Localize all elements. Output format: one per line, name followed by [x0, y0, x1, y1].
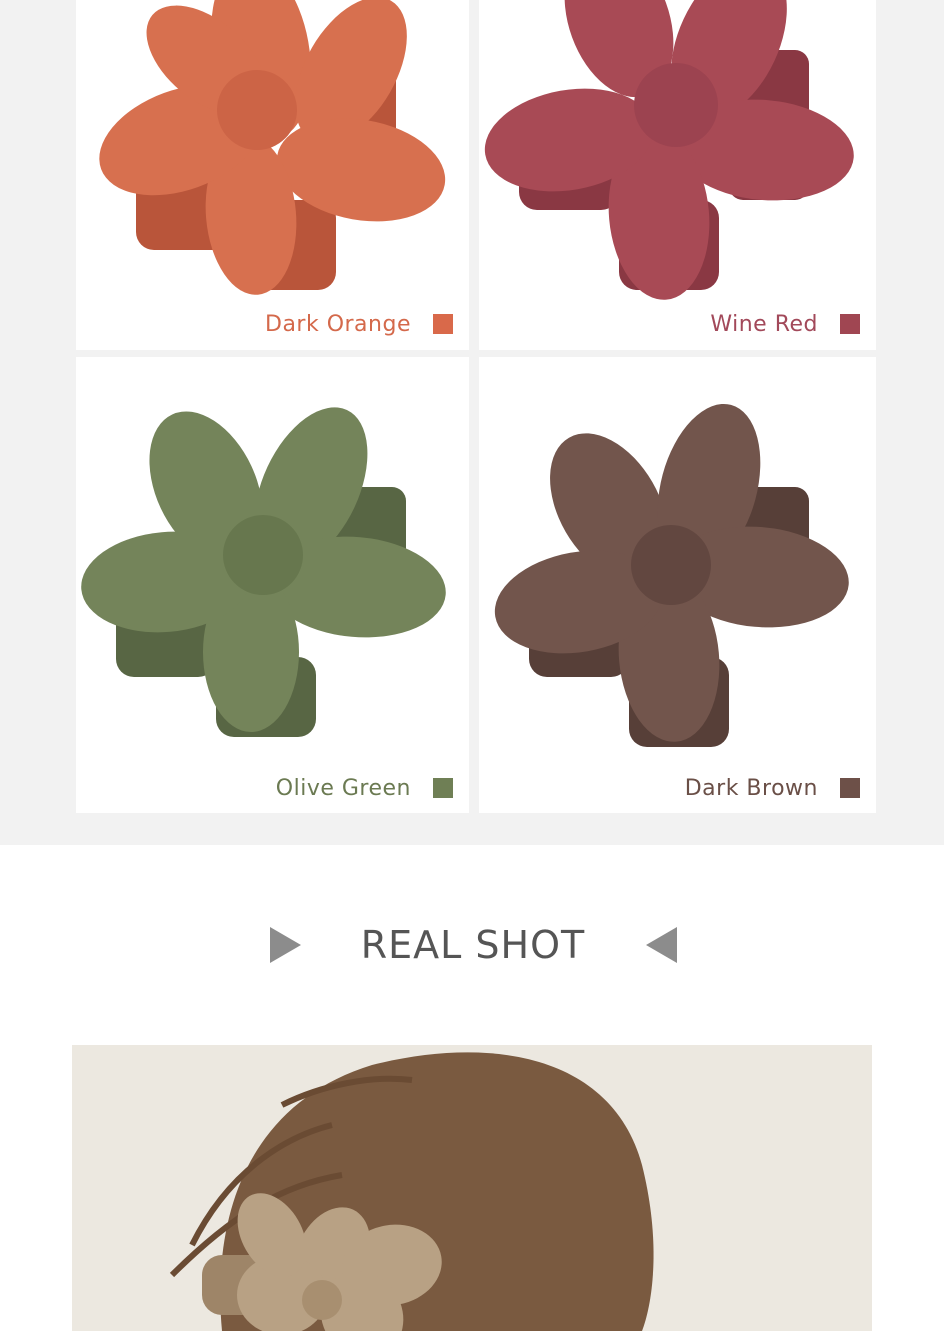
flower-center — [634, 63, 718, 147]
color-card-dark-brown[interactable]: Dark Brown — [479, 357, 876, 813]
section-title: REAL SHOT — [360, 923, 586, 967]
color-label: Dark Orange — [265, 312, 411, 337]
play-left-icon — [646, 927, 677, 963]
color-card-dark-orange[interactable]: Dark Orange — [76, 0, 469, 350]
color-label: Wine Red — [710, 312, 818, 337]
petals — [99, 0, 446, 295]
flower-center — [217, 70, 297, 150]
play-right-icon — [270, 927, 301, 963]
color-swatch — [433, 314, 453, 334]
color-card-olive-green[interactable]: Olive Green — [76, 357, 469, 813]
color-label: Dark Brown — [684, 776, 818, 801]
real-shot-header: REAL SHOT — [0, 915, 944, 975]
flower-claw-clip-wine-red — [484, 0, 854, 300]
color-card-wine-red[interactable]: Wine Red — [479, 0, 876, 350]
flower-claw-clip-olive-green — [81, 407, 446, 737]
color-swatch — [433, 778, 453, 798]
petals — [484, 0, 854, 300]
real-shot-photo — [72, 1045, 872, 1331]
flower-center — [223, 515, 303, 595]
flower-center — [631, 525, 711, 605]
clip-center — [302, 1280, 342, 1320]
hair-clip-photo — [72, 1045, 872, 1331]
color-swatch — [840, 778, 860, 798]
color-swatch — [840, 314, 860, 334]
color-label: Olive Green — [275, 776, 411, 801]
flower-claw-clip-dark-brown — [494, 403, 849, 747]
flower-claw-clip-dark-orange — [99, 0, 446, 295]
